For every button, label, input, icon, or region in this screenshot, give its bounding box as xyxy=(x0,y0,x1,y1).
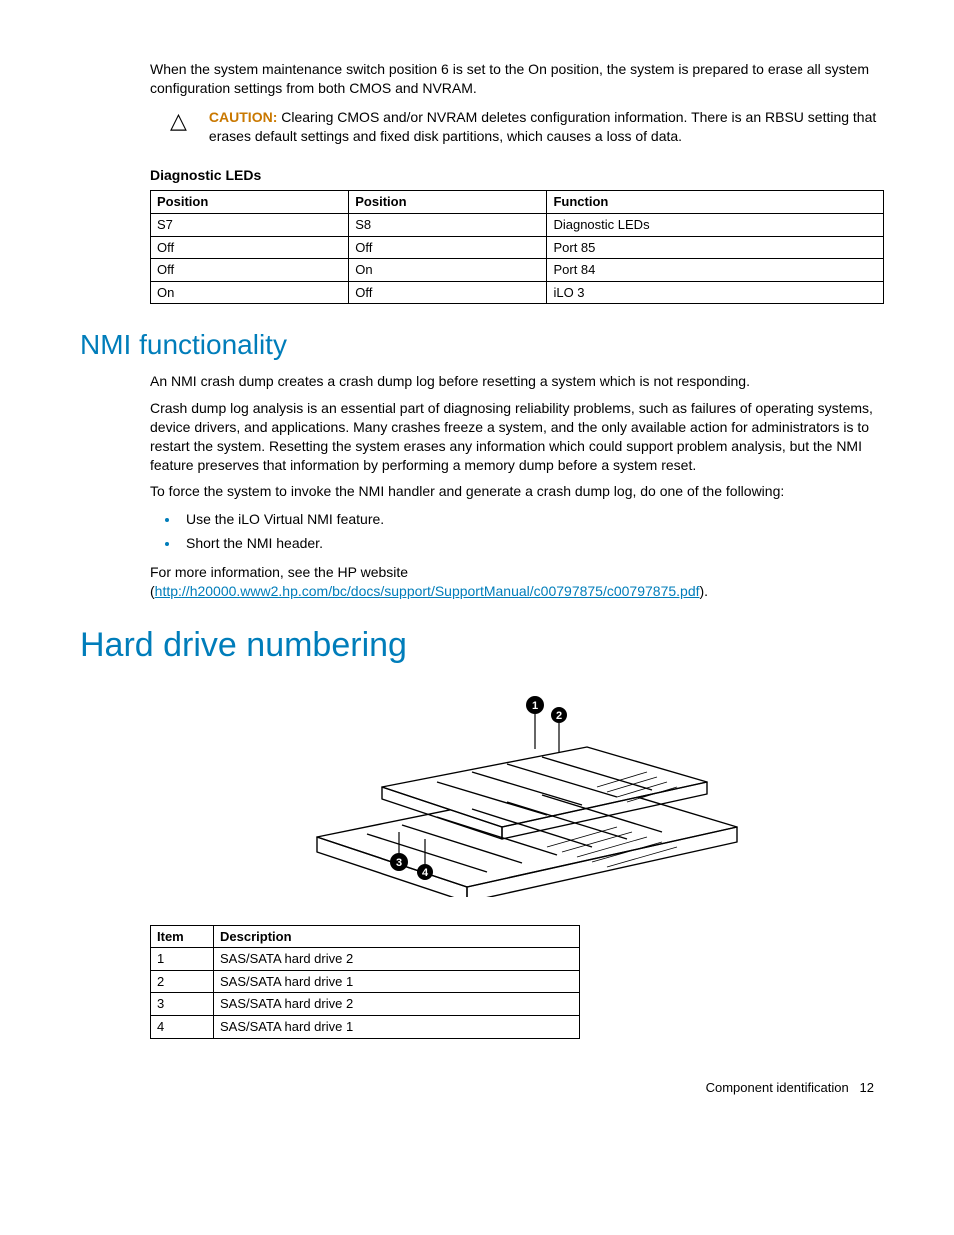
table-row: 2 SAS/SATA hard drive 1 xyxy=(151,970,580,993)
table-cell: 3 xyxy=(151,993,214,1016)
table-cell: iLO 3 xyxy=(547,281,884,304)
table-cell: Off xyxy=(349,281,547,304)
table-cell: 2 xyxy=(151,970,214,993)
nmi-more-info: For more information, see the HP website… xyxy=(150,563,884,601)
table-cell: Off xyxy=(151,236,349,259)
table-cell: Port 85 xyxy=(547,236,884,259)
nmi-paragraph: To force the system to invoke the NMI ha… xyxy=(150,482,884,501)
table-cell: Diagnostic LEDs xyxy=(547,214,884,237)
table-row: Off Off Port 85 xyxy=(151,236,884,259)
table-cell: On xyxy=(349,259,547,282)
table-header: Function xyxy=(547,191,884,214)
hdd-heading: Hard drive numbering xyxy=(80,623,884,669)
table-row: S7 S8 Diagnostic LEDs xyxy=(151,214,884,237)
table-header: Description xyxy=(214,925,580,948)
table-cell: S8 xyxy=(349,214,547,237)
caution-text: CAUTION: Clearing CMOS and/or NVRAM dele… xyxy=(209,108,884,146)
diagnostic-leds-heading: Diagnostic LEDs xyxy=(150,166,884,185)
table-cell: Port 84 xyxy=(547,259,884,282)
svg-text:1: 1 xyxy=(532,700,538,712)
hp-support-link[interactable]: http://h20000.www2.hp.com/bc/docs/suppor… xyxy=(155,583,700,599)
svg-text:4: 4 xyxy=(422,867,429,879)
nmi-bullet-list: Use the iLO Virtual NMI feature. Short t… xyxy=(150,509,884,553)
table-row: On Off iLO 3 xyxy=(151,281,884,304)
caution-icon: △ xyxy=(170,110,187,132)
table-row: 1 SAS/SATA hard drive 2 xyxy=(151,948,580,971)
table-cell: SAS/SATA hard drive 1 xyxy=(214,970,580,993)
table-cell: SAS/SATA hard drive 1 xyxy=(214,1015,580,1038)
table-cell: Off xyxy=(151,259,349,282)
svg-text:2: 2 xyxy=(556,710,562,722)
table-cell: SAS/SATA hard drive 2 xyxy=(214,993,580,1016)
intro-paragraph: When the system maintenance switch posit… xyxy=(150,60,884,98)
more-info-post: ). xyxy=(700,583,709,599)
table-cell: S7 xyxy=(151,214,349,237)
table-cell: On xyxy=(151,281,349,304)
table-row: Off On Port 84 xyxy=(151,259,884,282)
footer-page: 12 xyxy=(860,1080,874,1095)
hard-drive-table: Item Description 1 SAS/SATA hard drive 2… xyxy=(150,925,580,1039)
table-header: Item xyxy=(151,925,214,948)
table-cell: Off xyxy=(349,236,547,259)
nmi-paragraph: Crash dump log analysis is an essential … xyxy=(150,399,884,475)
nmi-heading: NMI functionality xyxy=(80,326,884,364)
table-row: 3 SAS/SATA hard drive 2 xyxy=(151,993,580,1016)
caution-label: CAUTION: xyxy=(209,109,277,125)
table-cell: SAS/SATA hard drive 2 xyxy=(214,948,580,971)
hard-drive-diagram: 1 2 3 4 xyxy=(150,687,884,897)
diagnostic-leds-table: Position Position Function S7 S8 Diagnos… xyxy=(150,190,884,304)
list-item: Use the iLO Virtual NMI feature. xyxy=(180,509,884,529)
svg-text:3: 3 xyxy=(396,857,402,869)
table-header: Position xyxy=(349,191,547,214)
table-cell: 4 xyxy=(151,1015,214,1038)
footer-section: Component identification xyxy=(706,1080,849,1095)
table-row: 4 SAS/SATA hard drive 1 xyxy=(151,1015,580,1038)
table-header: Position xyxy=(151,191,349,214)
page-footer: Component identification 12 xyxy=(80,1079,884,1097)
caution-block: △ CAUTION: Clearing CMOS and/or NVRAM de… xyxy=(170,108,884,146)
caution-body: Clearing CMOS and/or NVRAM deletes confi… xyxy=(209,109,876,144)
table-cell: 1 xyxy=(151,948,214,971)
nmi-paragraph: An NMI crash dump creates a crash dump l… xyxy=(150,372,884,391)
list-item: Short the NMI header. xyxy=(180,533,884,553)
